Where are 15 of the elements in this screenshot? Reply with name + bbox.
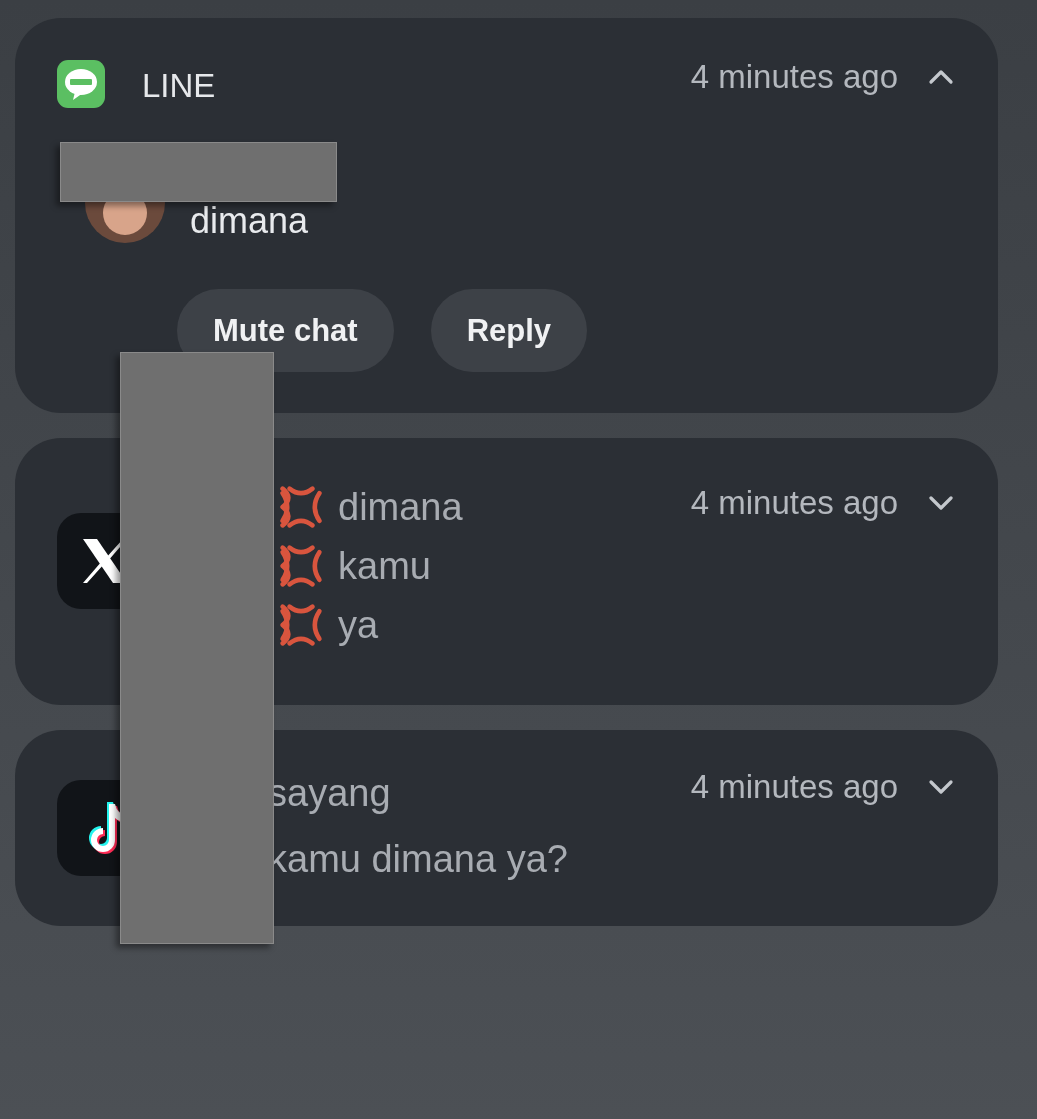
anger-icon [278, 542, 324, 589]
anger-icon [278, 483, 324, 530]
app-name: LINE [142, 67, 216, 105]
message-text: ya [338, 602, 379, 648]
message-text: dimana [338, 484, 463, 530]
message-text: dimana [190, 199, 309, 243]
timestamp: 4 minutes ago [690, 768, 898, 806]
notification-card[interactable]: LINE dimana Mute chat Reply 4 minutes ago [15, 18, 998, 413]
action-button[interactable]: Reply [430, 289, 588, 372]
timestamp: 4 minutes ago [690, 484, 898, 522]
chat-bubble-app-icon [57, 60, 105, 108]
timestamp: 4 minutes ago [690, 58, 898, 96]
message-text: kamu [338, 543, 431, 589]
sender-name: sayang [268, 771, 392, 816]
anger-icon [278, 601, 324, 648]
